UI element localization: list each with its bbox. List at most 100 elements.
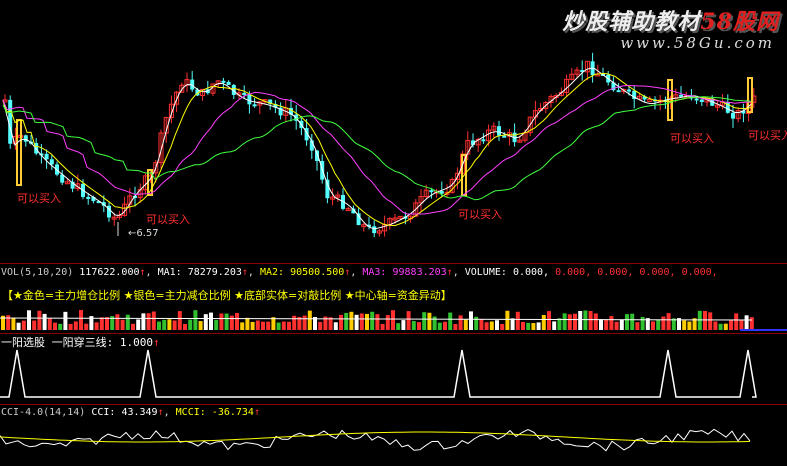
volume-bar [229, 315, 234, 330]
volume-bar [120, 319, 125, 330]
volume-bar [307, 310, 312, 330]
volume-bar [630, 313, 635, 330]
volume-bar [521, 321, 525, 330]
volume-chart[interactable] [0, 0, 787, 466]
volume-bar [526, 322, 531, 330]
volume-bar [385, 315, 390, 330]
cci-value: 43.349 [121, 407, 158, 418]
volume-bar [136, 319, 141, 330]
volume-bar [484, 322, 489, 330]
volume-bar [73, 321, 78, 330]
volume-bar [193, 310, 198, 330]
volume-bar [276, 322, 281, 330]
volume-bar [359, 313, 364, 330]
volume-bar [105, 317, 109, 330]
volume-bar [183, 323, 187, 330]
volume-bar [333, 322, 338, 330]
volume-bar [510, 318, 515, 330]
up-arrow-icon: ↑ [157, 407, 164, 418]
signal-title: 一阳选股 [1, 336, 45, 349]
volume-bar [281, 321, 286, 330]
volume-bar [115, 314, 120, 330]
volume-bar [495, 320, 499, 330]
volume-bar [567, 314, 572, 330]
volume-bar [396, 323, 401, 330]
volume-bar [599, 319, 603, 330]
volume-bar [172, 320, 177, 330]
volume-bar [640, 316, 645, 330]
volume-bar [365, 313, 369, 330]
volume-bar [63, 311, 68, 330]
signal-line [0, 349, 757, 398]
panel-divider [0, 404, 787, 405]
volume-bar [682, 320, 687, 330]
cci-indicator-header: CCI-4.0(14,14) CCI: 43.349↑, MCCI: -36.7… [1, 407, 260, 418]
volume-bar [578, 310, 583, 330]
volume-bar [625, 314, 629, 330]
volume-bar [224, 313, 229, 330]
volume-bar [157, 321, 161, 330]
volume-bar [391, 310, 395, 330]
volume-bar [500, 323, 505, 330]
volume-bar [718, 323, 723, 330]
volume-bar [131, 323, 135, 330]
volume-bar [240, 322, 245, 330]
volume-bar [167, 319, 172, 330]
signal-value: 1.000 [119, 336, 153, 349]
volume-bar [53, 322, 57, 330]
volume-bar [68, 323, 73, 330]
volume-bar [562, 313, 567, 330]
volume-bar [162, 319, 167, 330]
volume-bar [198, 321, 203, 330]
volume-bar [463, 319, 468, 330]
volume-bar [547, 311, 551, 330]
volume-bar [84, 323, 89, 330]
volume-bar [141, 313, 146, 330]
cci-title: CCI-4.0(14,14) [1, 407, 86, 418]
up-arrow-icon: ↑ [153, 336, 160, 349]
volume-bar [749, 317, 754, 330]
volume-bar [151, 311, 156, 330]
volume-bar [479, 319, 484, 330]
volume-bar [604, 319, 609, 330]
volume-bar [47, 318, 52, 330]
signal-series-label: 一阳穿三线: [51, 336, 114, 349]
mcci-line [0, 431, 751, 443]
volume-bar [489, 321, 494, 330]
volume-bar [593, 313, 598, 330]
volume-bar [661, 316, 666, 330]
volume-bar [687, 321, 692, 330]
volume-bar [177, 311, 182, 330]
volume-bar [422, 312, 427, 330]
volume-bar [354, 314, 359, 330]
volume-bar [588, 310, 593, 330]
volume-bar [214, 319, 219, 330]
mcci-value: -36.734 [211, 407, 254, 418]
volume-bar [99, 317, 104, 330]
volume-bar [411, 321, 416, 330]
volume-bar [11, 317, 16, 330]
volume-bar [427, 312, 432, 330]
volume-bar [443, 321, 447, 330]
volume-bar [573, 313, 577, 330]
volume-bar [42, 313, 47, 330]
volume-bar [79, 310, 83, 330]
volume-bar [469, 311, 473, 330]
volume-bar [16, 322, 21, 330]
volume-bar [344, 312, 349, 330]
volume-bar [125, 314, 130, 330]
volume-bar [401, 320, 406, 330]
volume-bar [453, 323, 458, 330]
signal-indicator-header: 一阳选股 一阳穿三线: 1.000↑ [1, 337, 160, 349]
volume-bar [349, 311, 354, 330]
volume-bar [58, 323, 63, 330]
volume-bar [370, 311, 375, 330]
volume-bar [235, 312, 239, 330]
volume-bar [583, 310, 588, 330]
volume-bar [27, 310, 31, 330]
volume-bar [219, 313, 224, 330]
volume-bar [302, 315, 307, 330]
volume-bar [723, 323, 728, 330]
volume-bar [146, 313, 151, 330]
volume-bar [729, 319, 733, 330]
